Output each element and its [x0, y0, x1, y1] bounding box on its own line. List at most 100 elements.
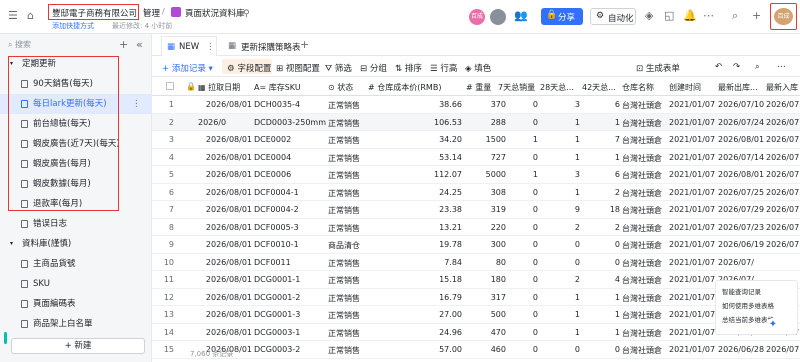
cell-created-time[interactable]: 2021/01/07	[669, 310, 715, 319]
column-header-28day[interactable]: 28天总...	[540, 82, 580, 93]
table-row[interactable]: 13 2026/08/01 DCG0001-3 正常销售 27.00 500 0 1 1 台灣社頭…	[152, 306, 800, 324]
cell-status[interactable]: 正常销售	[328, 135, 366, 146]
cell-warehouse[interactable]: 台灣社頭倉	[622, 153, 666, 164]
cell-status[interactable]: 正常销售	[328, 328, 366, 339]
cell-created-time[interactable]: 2021/01/07	[669, 118, 715, 127]
home-icon[interactable]: ⌂	[27, 10, 34, 22]
cell-cost[interactable]: 38.66	[368, 100, 462, 109]
search-icon[interactable]: ⌕	[732, 10, 738, 22]
cell-last-out[interactable]: 2026/06/19	[718, 240, 764, 249]
cell-last-in[interactable]: 2026/07	[766, 188, 800, 197]
column-header-42day[interactable]: 42天总...	[582, 82, 620, 93]
company-name[interactable]: 豐邸電子商務有限公司	[48, 4, 139, 20]
cell-cost[interactable]: 24.25	[368, 188, 462, 197]
cell-warehouse[interactable]: 台灣社頭倉	[622, 240, 666, 251]
cell-cost[interactable]: 7.84	[368, 258, 462, 267]
table-row[interactable]: 1 2026/08/01 DCH0035-4 正常销售 38.66 370 0 3 6 台灣社頭倉…	[152, 96, 800, 114]
cell-status[interactable]: 正常销售	[328, 310, 366, 321]
cell-warehouse[interactable]: 台灣社頭倉	[622, 100, 666, 111]
cell-sales-28day[interactable]: 2	[540, 275, 580, 284]
cell-sales-42day[interactable]: 1	[582, 293, 620, 302]
cell-sales-28day[interactable]: 0	[540, 258, 580, 267]
cell-status[interactable]: 正常销售	[328, 188, 366, 199]
column-header-last-out[interactable]: 最新出库...	[718, 82, 764, 93]
cell-sales-42day[interactable]: 1	[582, 153, 620, 162]
template-icon[interactable]: ◱	[664, 10, 674, 22]
plugin-icon[interactable]: ◈	[645, 10, 653, 22]
cell-sku[interactable]: DCG0001-3	[254, 310, 326, 319]
cell-sales-42day[interactable]: 0	[582, 240, 620, 249]
cell-last-out[interactable]: 2026/07/24	[718, 118, 764, 127]
cell-warehouse[interactable]: 台灣社頭倉	[622, 328, 666, 339]
cell-sku[interactable]: DCH0035-4	[254, 100, 326, 109]
fill-color-button[interactable]: ◈ 填色	[465, 62, 491, 74]
cell-sales-42day[interactable]: 2	[582, 223, 620, 232]
column-header-last-in[interactable]: 最新入库	[766, 82, 800, 93]
add-record-button[interactable]: + 添加记录 ▾	[162, 62, 213, 74]
add-tab-icon[interactable]: +	[300, 38, 309, 51]
cell-sales-42day[interactable]: 0	[582, 258, 620, 267]
cell-warehouse[interactable]: 台灣社頭倉	[622, 188, 666, 199]
cell-sales-42day[interactable]: 1	[582, 328, 620, 337]
cell-sales-42day[interactable]: 6	[582, 100, 620, 109]
table-row[interactable]: 22026/08/01DCD0003-250mm正常销售106.53288011…	[152, 113, 800, 131]
cell-sales-42day[interactable]: 6	[582, 170, 620, 179]
sidebar-item-error-log[interactable]: 错误日志	[0, 214, 152, 234]
cell-last-in[interactable]: 2026/07	[766, 170, 800, 179]
cell-warehouse[interactable]: 台灣社頭倉	[622, 170, 666, 181]
table-row[interactable]: 3 2026/08/01 DCE0002 正常销售 34.20 1500 1 1 7 台灣社頭倉 2…	[152, 131, 800, 149]
collapse-sidebar-icon[interactable]: ☰	[8, 10, 18, 22]
cell-status[interactable]: 商品清仓	[328, 240, 366, 251]
cell-row-number[interactable]: 14	[152, 328, 182, 337]
cell-sales-7day[interactable]: 0	[498, 188, 538, 197]
cell-warehouse[interactable]: 台灣社頭倉	[622, 118, 666, 129]
cell-sku[interactable]: DCD0003-250mm	[254, 118, 326, 127]
cell-last-in[interactable]: 2026/07	[766, 223, 800, 232]
tab-purchase-strategy[interactable]: 更新採購策略表	[241, 41, 301, 53]
breadcrumb-document[interactable]: 頁面狀況資料庫	[185, 7, 245, 19]
cell-cost[interactable]: 27.00	[368, 310, 462, 319]
cell-row-number[interactable]: 12	[152, 293, 182, 302]
cell-row-number[interactable]: 13	[152, 310, 182, 319]
cell-sales-28day[interactable]: 3	[540, 170, 580, 179]
group-button[interactable]: ⊟ 分组	[360, 62, 387, 74]
sidebar-item[interactable]: 主商品貨號	[0, 254, 152, 274]
cell-sales-7day[interactable]: 1	[498, 135, 538, 144]
cell-sales-28day[interactable]: 1	[540, 135, 580, 144]
cell-last-in[interactable]: 2026/07	[766, 205, 800, 214]
cell-warehouse[interactable]: 台灣社頭倉	[622, 205, 666, 216]
cell-last-out[interactable]: 2026/07/14	[718, 153, 764, 162]
cell-row-number[interactable]: 7	[152, 205, 182, 214]
cell-pull-date[interactable]: 2026/08/01	[198, 118, 226, 127]
cell-sales-28day[interactable]: 1	[540, 310, 580, 319]
cell-created-time[interactable]: 2021/01/07	[669, 100, 715, 109]
cell-sales-28day[interactable]: 1	[540, 293, 580, 302]
cell-sales-42day[interactable]: 1	[582, 118, 620, 127]
cell-sales-28day[interactable]: 2	[540, 223, 580, 232]
avatar[interactable]	[490, 9, 506, 25]
cell-sku[interactable]: DCE0002	[254, 135, 326, 144]
cell-pull-date[interactable]: 2026/08/01	[198, 223, 252, 232]
cell-cost[interactable]: 53.14	[368, 153, 462, 162]
cell-sales-28day[interactable]: 3	[540, 100, 580, 109]
table-row[interactable]: 8 2026/08/01 DCF0005-3 正常销售 13.21 220 0 2 2 台灣社頭倉…	[152, 219, 800, 236]
cell-sales-28day[interactable]: 1	[540, 188, 580, 197]
select-all-checkbox[interactable]	[166, 82, 174, 90]
cell-cost[interactable]: 13.21	[368, 223, 462, 232]
cell-status[interactable]: 正常销售	[328, 223, 366, 234]
tab-new[interactable]: ▦ NEW ⋮	[161, 36, 217, 56]
cell-pull-date[interactable]: 2026/08/01	[198, 258, 252, 267]
more-icon[interactable]: ⋮	[206, 42, 215, 52]
column-header-warehouse[interactable]: 仓库名称	[622, 82, 666, 93]
cell-sales-28day[interactable]: 1	[540, 118, 580, 127]
cell-created-time[interactable]: 2021/01/07	[669, 153, 715, 162]
cell-cost[interactable]: 19.78	[368, 240, 462, 249]
table-row[interactable]: 7 2026/08/01 DCF0004-2 正常销售 23.38 319 0 9 18 台灣社頭…	[152, 201, 800, 219]
cell-sku[interactable]: DCF0010-1	[254, 240, 326, 249]
cell-sku[interactable]: DCF0011	[254, 258, 326, 267]
cell-pull-date[interactable]: 2026/08/01	[198, 328, 252, 337]
cell-pull-date[interactable]: 2026/08/01	[198, 293, 252, 302]
cell-pull-date[interactable]: 2026/08/01	[198, 240, 252, 249]
cell-cost[interactable]: 24.96	[368, 328, 462, 337]
menu-item[interactable]: 智能查询记录	[722, 286, 761, 296]
